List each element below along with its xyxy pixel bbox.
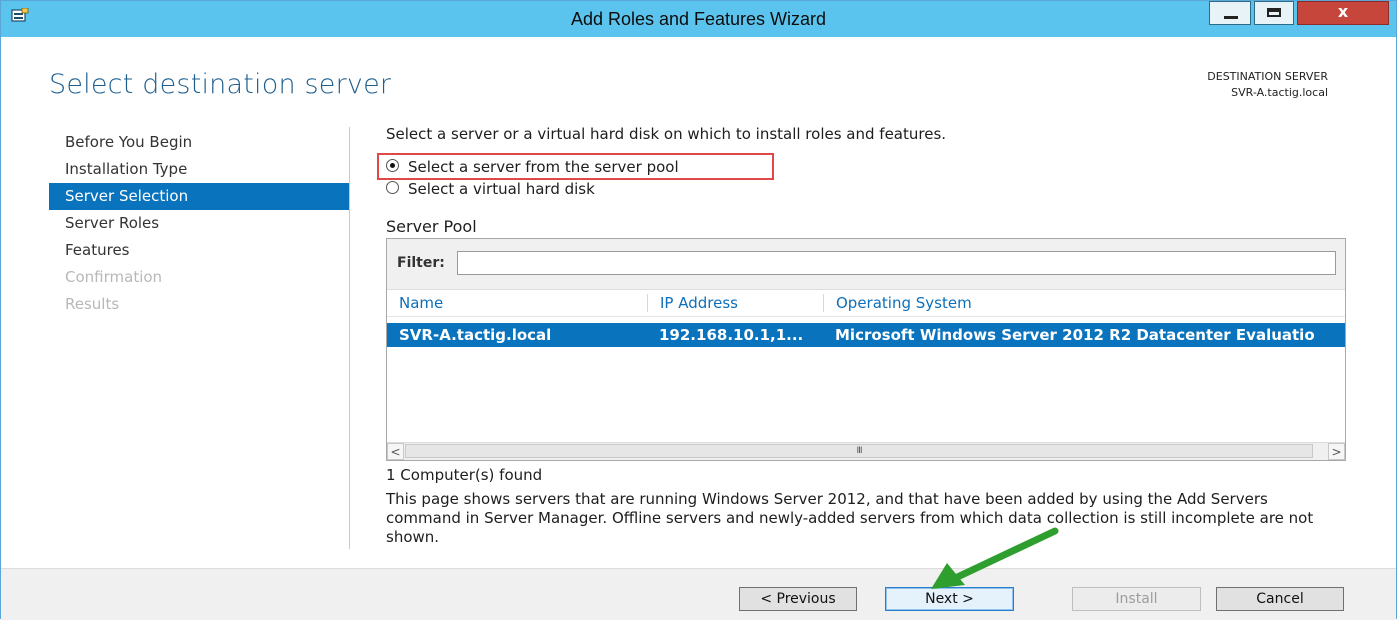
vhd-option-label: Select a virtual hard disk xyxy=(408,180,595,198)
scroll-left-icon[interactable]: < xyxy=(387,443,404,460)
scroll-right-icon[interactable]: > xyxy=(1328,443,1345,460)
title-bar[interactable]: Add Roles and Features Wizard x xyxy=(1,1,1396,37)
next-button[interactable]: Next > xyxy=(885,587,1014,611)
nav-item-confirmation: Confirmation xyxy=(65,268,163,286)
close-icon: x xyxy=(1337,2,1349,21)
column-header-name[interactable]: Name xyxy=(387,294,645,312)
maximize-icon xyxy=(1267,8,1281,17)
radio-selected-icon[interactable] xyxy=(386,159,399,172)
destination-label: DESTINATION SERVER xyxy=(1207,70,1328,83)
wizard-window: Add Roles and Features Wizard x Select d… xyxy=(0,0,1397,620)
footer-bar: < Previous Next > Install Cancel xyxy=(1,568,1396,620)
radio-unselected-icon[interactable] xyxy=(386,181,399,194)
filter-input[interactable] xyxy=(457,251,1336,275)
nav-item-before-you-begin[interactable]: Before You Begin xyxy=(49,129,349,156)
horizontal-scrollbar[interactable]: < III > xyxy=(387,442,1345,460)
close-button[interactable]: x xyxy=(1297,1,1389,25)
row-os: Microsoft Windows Server 2012 R2 Datacen… xyxy=(835,326,1315,344)
filter-bar: Filter: xyxy=(387,239,1345,290)
window-title: Add Roles and Features Wizard xyxy=(570,9,827,29)
nav-divider xyxy=(349,127,350,549)
table-row[interactable]: SVR-A.tactig.local 192.168.10.1,1... Mic… xyxy=(387,323,1345,347)
scroll-thumb[interactable]: III xyxy=(405,444,1313,458)
wizard-steps-nav: Before You Begin Installation Type Serve… xyxy=(49,129,349,318)
server-pool-heading: Server Pool xyxy=(386,217,477,236)
vhd-option[interactable]: Select a virtual hard disk xyxy=(386,178,595,200)
nav-item-server-selection[interactable]: Server Selection xyxy=(49,183,349,210)
row-ip: 192.168.10.1,1... xyxy=(659,326,804,344)
server-pool-option-label: Select a server from the server pool xyxy=(408,158,679,176)
filter-label: Filter: xyxy=(397,255,445,271)
minimize-button[interactable] xyxy=(1209,1,1251,25)
computers-found-count: 1 Computer(s) found xyxy=(386,466,543,484)
column-header-ip-address[interactable]: IP Address xyxy=(647,294,822,312)
nav-item-installation-type[interactable]: Installation Type xyxy=(49,156,349,183)
destination-server-info: DESTINATION SERVER SVR-A.tactig.local xyxy=(1207,69,1328,101)
page-title: Select destination server xyxy=(49,69,392,100)
maximize-button[interactable] xyxy=(1254,1,1294,25)
previous-button[interactable]: < Previous xyxy=(739,587,857,611)
server-pool-table: Filter: Name IP Address Operating System… xyxy=(386,238,1346,461)
column-header-operating-system[interactable]: Operating System xyxy=(823,294,1323,312)
intro-text: Select a server or a virtual hard disk o… xyxy=(386,125,947,143)
nav-item-server-roles[interactable]: Server Roles xyxy=(49,210,349,237)
minimize-icon xyxy=(1224,16,1238,19)
cancel-button[interactable]: Cancel xyxy=(1216,587,1344,611)
nav-item-features[interactable]: Features xyxy=(49,237,349,264)
table-header: Name IP Address Operating System xyxy=(387,290,1345,317)
server-pool-option[interactable]: Select a server from the server pool xyxy=(386,156,679,178)
nav-item-results: Results xyxy=(65,295,120,313)
row-name: SVR-A.tactig.local xyxy=(399,326,552,344)
install-button: Install xyxy=(1072,587,1201,611)
info-text: This page shows servers that are running… xyxy=(386,490,1314,546)
destination-value: SVR-A.tactig.local xyxy=(1231,86,1328,99)
